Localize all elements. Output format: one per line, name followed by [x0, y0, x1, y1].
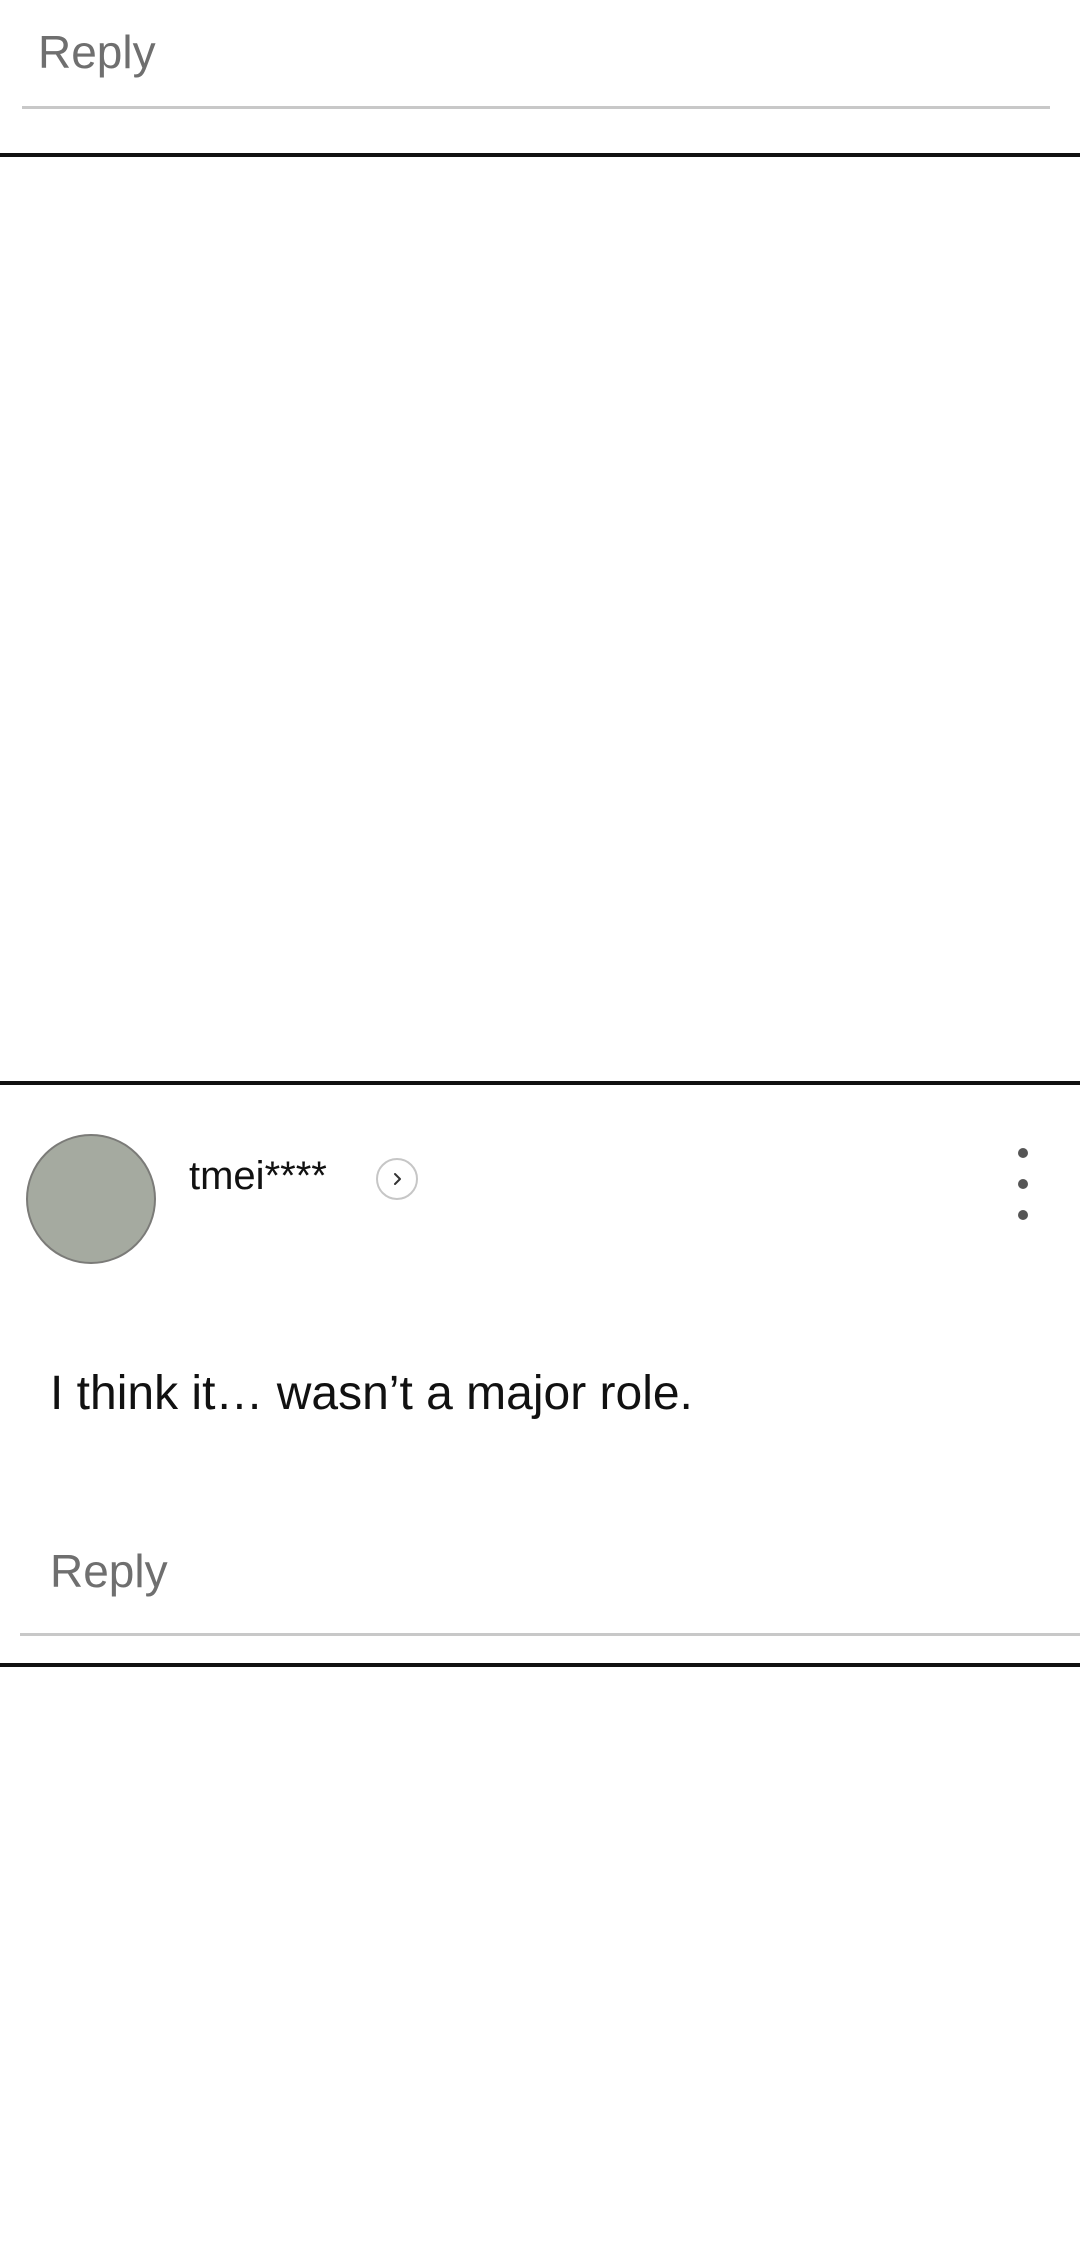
section-divider-bottom — [0, 1663, 1080, 1667]
comment-text: I think it… wasn’t a major role. — [50, 1367, 693, 1420]
more-vertical-icon-dot — [1018, 1210, 1028, 1220]
profile-link-button[interactable] — [376, 1158, 418, 1200]
more-vertical-icon-dot — [1018, 1179, 1028, 1189]
reply-button[interactable]: Reply — [50, 1541, 168, 1601]
avatar[interactable] — [26, 1134, 156, 1264]
previous-comment-divider — [22, 106, 1050, 109]
section-divider-top — [0, 153, 1080, 157]
section-divider-middle — [0, 1081, 1080, 1085]
more-vertical-icon-dot — [1018, 1148, 1028, 1158]
chevron-right-icon — [394, 1173, 401, 1185]
previous-reply-button[interactable]: Reply — [38, 22, 156, 82]
more-options-button[interactable] — [1006, 1148, 1040, 1220]
comment-username[interactable]: tmei**** — [189, 1150, 327, 1202]
comment-divider — [20, 1633, 1080, 1636]
